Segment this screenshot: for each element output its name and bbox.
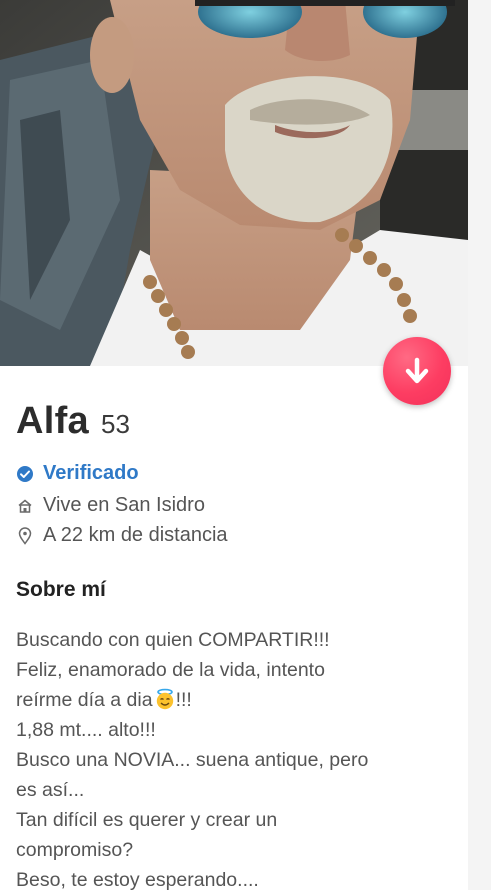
profile-header: Alfa 53: [16, 400, 130, 443]
about-section-title: Sobre mí: [16, 578, 106, 601]
bio-line: Tan difícil es querer y crear un: [16, 809, 278, 831]
collapse-profile-button[interactable]: [383, 337, 451, 405]
profile-age: 53: [101, 409, 130, 439]
profile-photo[interactable]: [0, 0, 468, 366]
bio-line: compromiso?: [16, 839, 134, 861]
verified-badge[interactable]: Verificado: [16, 462, 139, 485]
verified-label: Verificado: [43, 462, 139, 484]
bio-line: 1,88 mt.... alto!!!: [16, 719, 156, 741]
verified-check-icon: [16, 465, 34, 483]
home-icon: [16, 497, 34, 515]
profile-photo-image: [0, 0, 468, 366]
distance-text: A 22 km de distancia: [43, 524, 228, 546]
lives-in-row: Vive en San Isidro: [16, 494, 205, 517]
arrow-down-icon: [405, 357, 429, 384]
bio-line: Feliz, enamorado de la vida, intento: [16, 659, 325, 681]
screen-edge: [468, 0, 491, 890]
profile-name: Alfa: [16, 400, 89, 442]
bio-line-text: reírme día a dia: [16, 689, 153, 711]
smiling-face-with-halo-emoji: [154, 688, 176, 710]
about-bio: Buscando con quien COMPARTIR!!! Feliz, e…: [16, 625, 456, 890]
bio-line: es así...: [16, 779, 85, 801]
lives-in-text: Vive en San Isidro: [43, 494, 205, 516]
location-pin-icon: [16, 526, 34, 545]
bio-line: Beso, te estoy esperando....: [16, 869, 259, 890]
bio-line: Busco una NOVIA... suena antique, pero: [16, 749, 369, 771]
distance-row: A 22 km de distancia: [16, 524, 228, 547]
bio-line: Buscando con quien COMPARTIR!!!: [16, 629, 330, 651]
bio-line-text: !!!: [175, 689, 192, 711]
bio-line: reírme día a dia !!!: [16, 685, 456, 715]
